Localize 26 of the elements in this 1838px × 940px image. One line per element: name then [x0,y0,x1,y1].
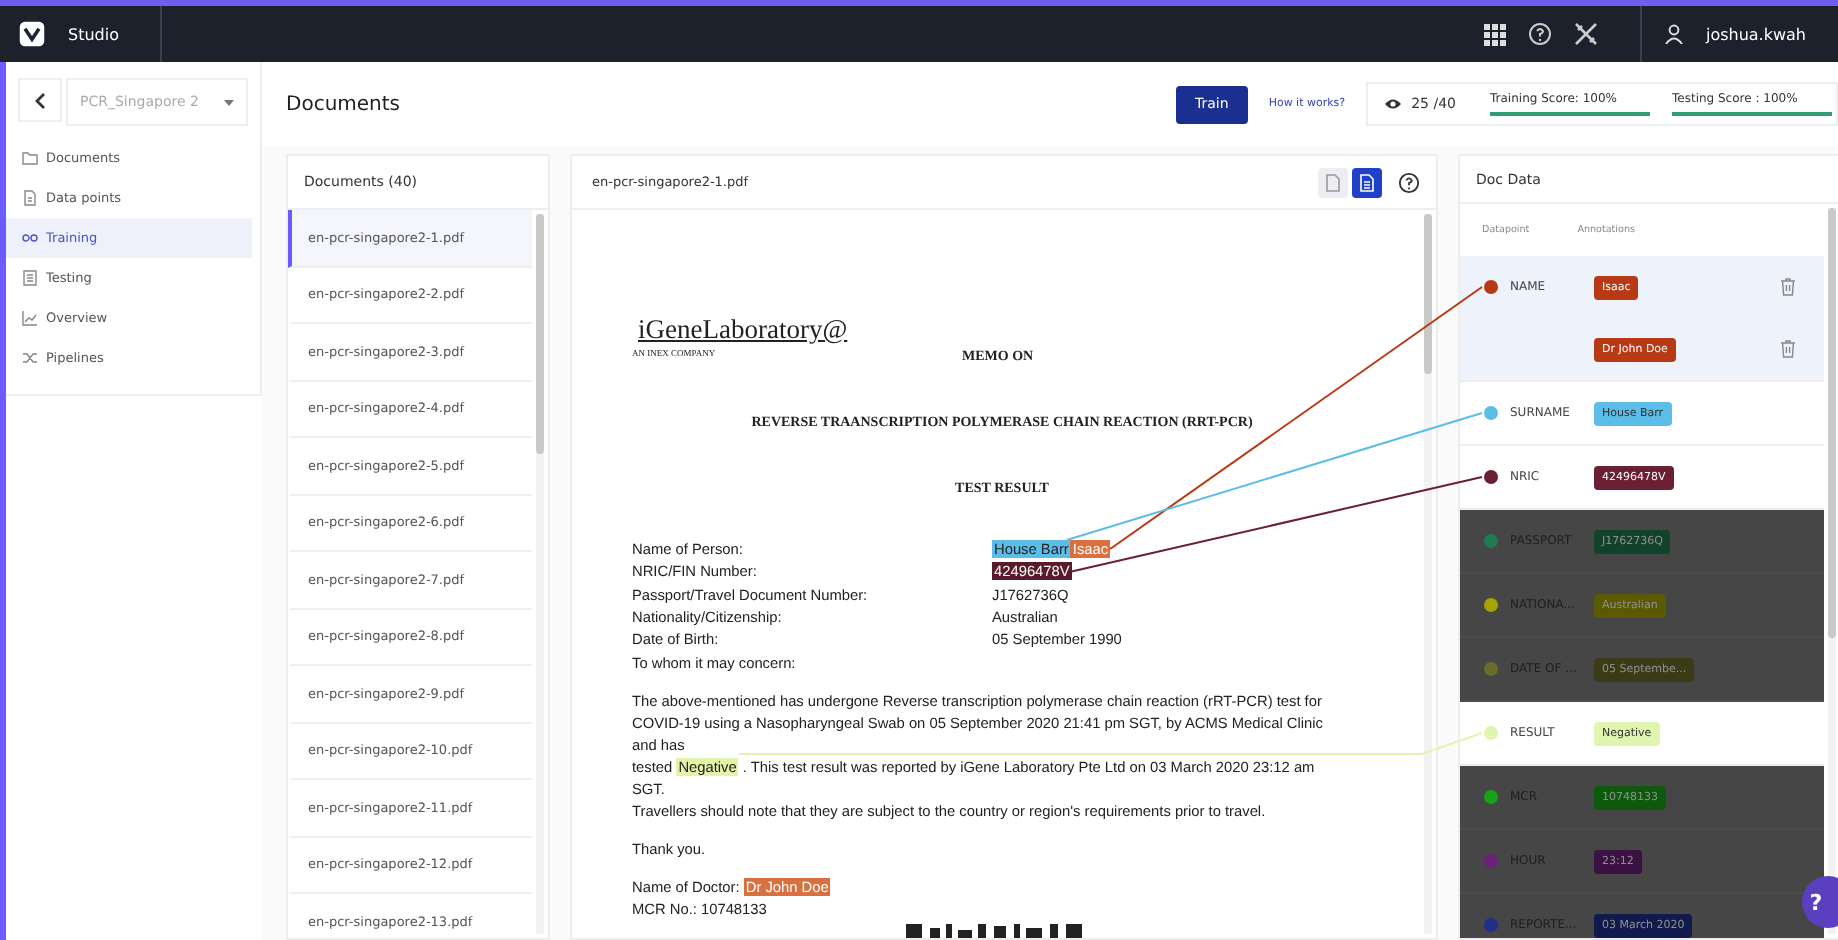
user-icon[interactable] [1663,24,1684,44]
user-name[interactable]: joshua.kwah [1705,25,1806,43]
trash-icon[interactable] [1780,340,1796,358]
scrollbar[interactable] [536,214,544,934]
logo-icon [18,20,46,48]
tools-icon[interactable] [1573,22,1598,46]
caret-icon [224,99,234,105]
chevron-left-icon [34,91,46,109]
app-name: Studio [68,25,119,43]
page-title: Documents [286,93,401,115]
apps-grid-icon[interactable] [1483,23,1506,45]
list-icon [22,270,38,286]
help-icon[interactable] [1398,171,1420,193]
text-view-button[interactable] [1352,167,1382,197]
file-icon [22,190,38,206]
scrollbar[interactable] [1828,208,1836,934]
back-button[interactable] [18,78,62,122]
file-icon [1326,173,1340,191]
lab-logo-text: iGeneLaboratory@ [638,314,850,346]
folder-icon [22,150,38,166]
trash-icon[interactable] [1780,278,1796,296]
chart-icon [22,310,38,326]
file-text-icon [1360,173,1374,191]
shuffle-icon [22,350,38,366]
eye-icon [1383,98,1402,110]
link-icon [22,230,38,246]
